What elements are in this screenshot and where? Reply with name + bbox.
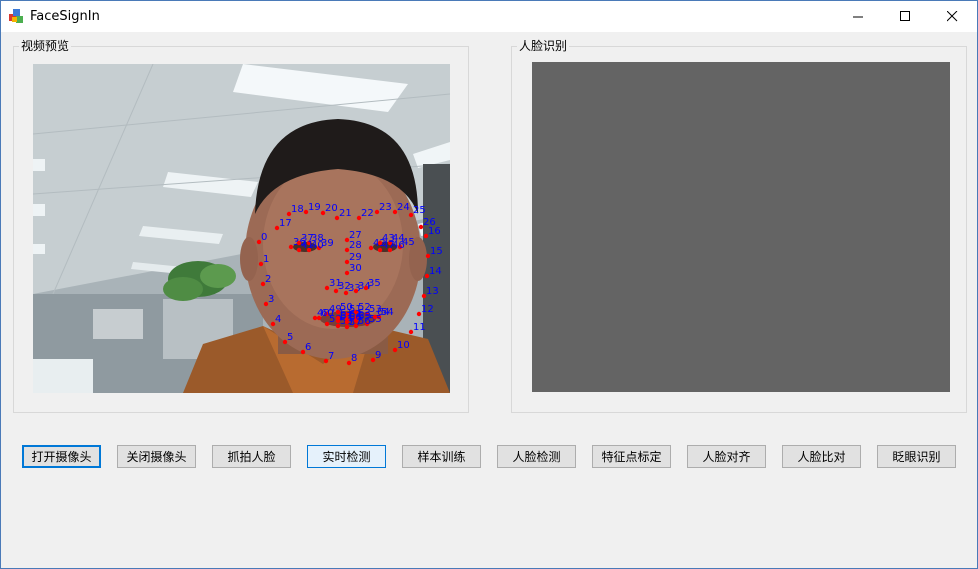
landmark-label: 60: [321, 308, 334, 319]
title-bar[interactable]: FaceSignIn: [1, 1, 977, 32]
sample-training-button[interactable]: 样本训练: [402, 445, 481, 468]
landmark-label: 15: [430, 246, 443, 257]
landmark-label: 3: [268, 294, 274, 305]
landmark-label: 8: [351, 353, 357, 364]
landmark-label: 22: [361, 208, 374, 219]
landmark-label: 14: [429, 266, 442, 277]
landmark-label: 5: [287, 332, 293, 343]
landmark-label: 7: [328, 351, 334, 362]
landmark-label: 19: [308, 202, 321, 213]
landmark-label: 2: [265, 274, 271, 285]
landmark-calibration-button[interactable]: 特征点标定: [592, 445, 671, 468]
landmark-label: 1: [263, 254, 269, 265]
landmark-label: 23: [379, 202, 392, 213]
landmark-label: 20: [325, 203, 338, 214]
landmark-label: 18: [291, 204, 304, 215]
landmark-label: 21: [339, 208, 352, 219]
landmark-label: 24: [397, 202, 410, 213]
landmark-overlay: 01234567 8 9101112131415161718 19 20 21 2223 24…: [256, 202, 443, 366]
landmark-label: 25: [413, 205, 426, 216]
landmark-label: 67: [340, 311, 353, 322]
capture-face-button[interactable]: 抓拍人脸: [212, 445, 291, 468]
landmark-label: 6: [305, 342, 311, 353]
landmark-label: 9: [375, 350, 381, 361]
maximize-icon: [899, 11, 910, 21]
landmark-label: 13: [426, 286, 439, 297]
minimize-icon: [852, 16, 863, 18]
face-result-panel: [532, 62, 950, 392]
landmark-label: 28: [349, 240, 362, 251]
video-preview: 0 1 2 3 4 5 6 7 8 9 10 11 12 13 14 15 16 17 18 19 20 21 22 23 24…: [33, 64, 450, 393]
landmark-label: 64: [377, 307, 390, 318]
landmark-label: 35: [368, 278, 381, 289]
face-compare-button[interactable]: 人脸比对: [782, 445, 861, 468]
blink-detect-button[interactable]: 眨眼识别: [877, 445, 956, 468]
video-preview-label: 视频预览: [19, 39, 72, 53]
landmark-label: 29: [349, 252, 362, 263]
window-title: FaceSignIn: [30, 9, 100, 24]
close-icon: [946, 11, 957, 22]
landmark-label: 0: [261, 232, 267, 243]
maximize-button[interactable]: [882, 1, 928, 32]
landmark-label: 30: [349, 263, 362, 274]
app-window: FaceSignIn 视频预览 0 1 2 3 4 5 6 7 8 9 10 1…: [0, 0, 978, 569]
app-icon: [9, 9, 23, 23]
face-detect-button[interactable]: 人脸检测: [497, 445, 576, 468]
close-button[interactable]: [929, 1, 975, 32]
landmark-label: 17: [279, 218, 292, 229]
realtime-detect-button[interactable]: 实时检测: [307, 445, 386, 468]
landmark-label: 4: [275, 314, 281, 325]
face-recognition-label: 人脸识别: [517, 39, 570, 53]
landmark-label: 11: [413, 322, 426, 333]
close-camera-button[interactable]: 关闭摄像头: [117, 445, 196, 468]
landmark-label: 47: [382, 240, 395, 251]
landmark-label: 12: [421, 304, 434, 315]
face-align-button[interactable]: 人脸对齐: [687, 445, 766, 468]
landmark-label: 10: [397, 340, 410, 351]
minimize-button[interactable]: [835, 1, 881, 32]
landmark-label: 41: [301, 240, 314, 251]
landmark-label: 26: [423, 217, 436, 228]
open-camera-button[interactable]: 打开摄像头: [22, 445, 101, 468]
